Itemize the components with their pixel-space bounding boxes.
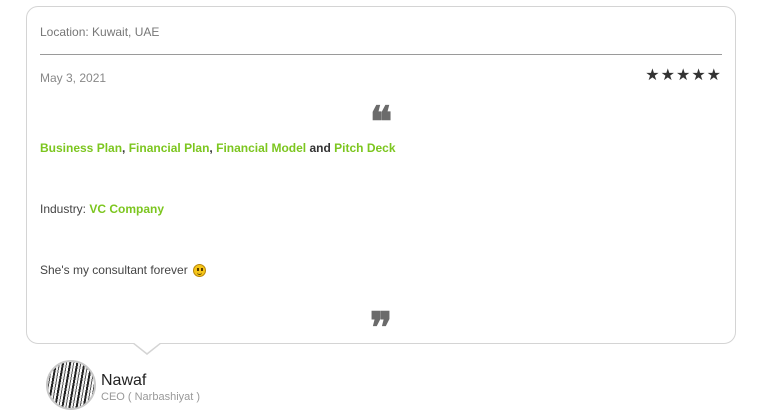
- service-financial-model: Financial Model: [216, 141, 307, 155]
- service-conjunction: and: [309, 141, 331, 155]
- industry-line: Industry: VC Company: [40, 202, 164, 216]
- smiley-emoji-icon: [192, 263, 206, 277]
- avatar: [46, 360, 96, 410]
- comment-text: She's my consultant forever: [40, 263, 188, 277]
- review-comment: She's my consultant forever: [40, 263, 206, 277]
- review-location: Location: Kuwait, UAE: [40, 25, 160, 39]
- industry-value: VC Company: [89, 202, 165, 216]
- service-separator: ,: [122, 141, 126, 155]
- star-rating: ★★★★★: [645, 67, 722, 84]
- service-pitch-deck: Pitch Deck: [334, 141, 396, 155]
- services-list: Business Plan, Financial Plan, Financial…: [40, 141, 396, 155]
- testimonial-card: Location: Kuwait, UAE May 3, 2021 ★★★★★ …: [26, 6, 736, 349]
- divider: [40, 54, 722, 55]
- author-role: CEO ( Narbashiyat ): [101, 391, 201, 403]
- service-separator: ,: [209, 141, 213, 155]
- open-quote-icon: ❝: [369, 97, 393, 146]
- speech-bubble-tail: [132, 342, 162, 355]
- industry-label: Industry:: [40, 202, 87, 216]
- service-financial-plan: Financial Plan: [128, 141, 210, 155]
- service-business-plan: Business Plan: [40, 141, 123, 155]
- author-name: Nawaf: [101, 372, 147, 389]
- review-date: May 3, 2021: [40, 71, 107, 85]
